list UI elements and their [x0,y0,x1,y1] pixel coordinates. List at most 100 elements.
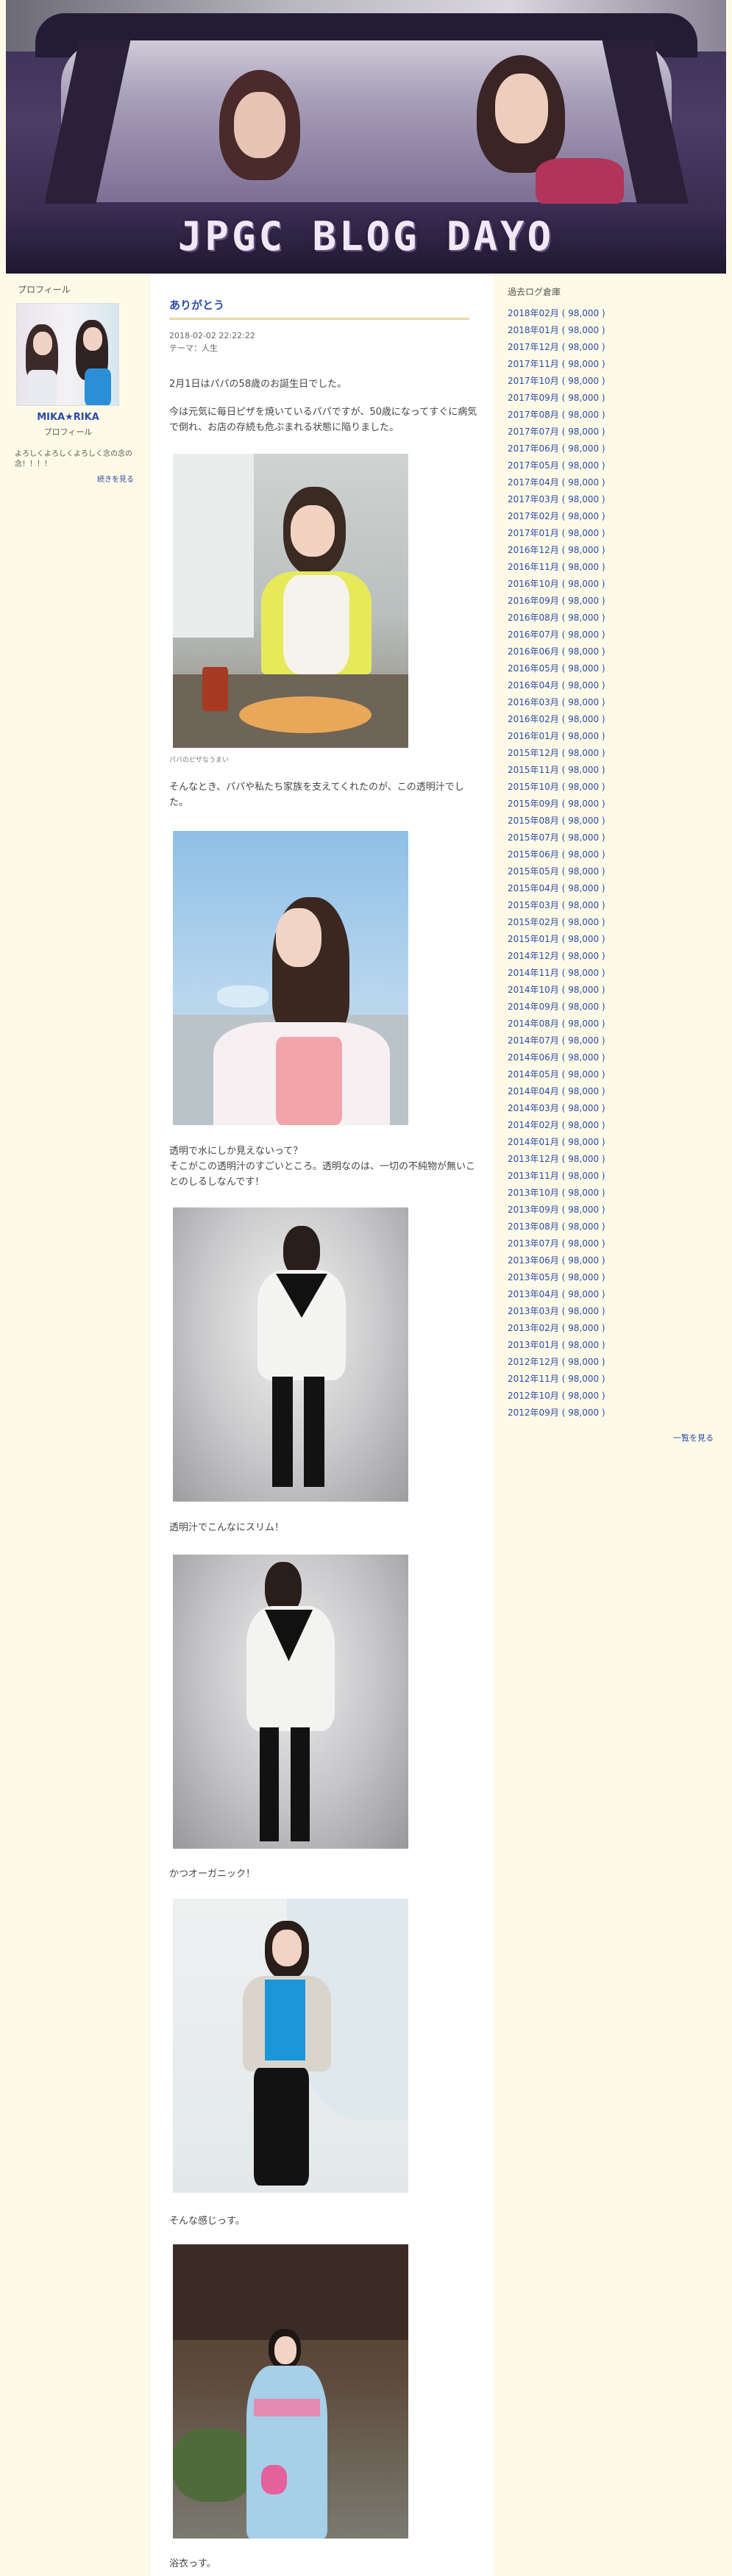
profile-name-link[interactable]: MIKA★RIKA [15,412,121,423]
archive-link[interactable]: 2015年03月 ( 98,000 ) [508,900,605,910]
archive-item[interactable]: 2014年12月 ( 98,000 ) [508,948,721,965]
archive-link[interactable]: 2014年07月 ( 98,000 ) [508,1035,605,1046]
archive-link[interactable]: 2014年04月 ( 98,000 ) [508,1086,605,1096]
archive-item[interactable]: 2017年10月 ( 98,000 ) [508,373,721,390]
archive-item[interactable]: 2016年10月 ( 98,000 ) [508,576,721,593]
archive-item[interactable]: 2017年11月 ( 98,000 ) [508,356,721,373]
archive-link[interactable]: 2013年03月 ( 98,000 ) [508,1306,605,1316]
archive-item[interactable]: 2015年05月 ( 98,000 ) [508,863,721,880]
archive-link[interactable]: 2013年04月 ( 98,000 ) [508,1289,605,1299]
archive-item[interactable]: 2012年10月 ( 98,000 ) [508,1388,721,1405]
archive-link[interactable]: 2017年04月 ( 98,000 ) [508,477,605,488]
archive-item[interactable]: 2016年04月 ( 98,000 ) [508,677,721,694]
archive-link[interactable]: 2015年04月 ( 98,000 ) [508,883,605,893]
archive-item[interactable]: 2017年02月 ( 98,000 ) [508,508,721,525]
archive-item[interactable]: 2013年06月 ( 98,000 ) [508,1252,721,1269]
archive-link[interactable]: 2012年11月 ( 98,000 ) [508,1374,605,1384]
archive-link[interactable]: 2016年09月 ( 98,000 ) [508,596,605,606]
archive-item[interactable]: 2018年01月 ( 98,000 ) [508,322,721,339]
archive-item[interactable]: 2014年08月 ( 98,000 ) [508,1016,721,1032]
archive-item[interactable]: 2017年07月 ( 98,000 ) [508,424,721,440]
archive-item[interactable]: 2015年06月 ( 98,000 ) [508,846,721,863]
archive-item[interactable]: 2016年06月 ( 98,000 ) [508,643,721,660]
archive-link[interactable]: 2014年06月 ( 98,000 ) [508,1052,605,1063]
archive-link[interactable]: 2015年08月 ( 98,000 ) [508,816,605,826]
archive-item[interactable]: 2018年02月 ( 98,000 ) [508,305,721,322]
archive-item[interactable]: 2015年08月 ( 98,000 ) [508,813,721,829]
archive-item[interactable]: 2017年05月 ( 98,000 ) [508,457,721,474]
archive-item[interactable]: 2013年03月 ( 98,000 ) [508,1303,721,1320]
archive-item[interactable]: 2013年11月 ( 98,000 ) [508,1168,721,1185]
archive-link[interactable]: 2016年08月 ( 98,000 ) [508,613,605,623]
archive-item[interactable]: 2016年01月 ( 98,000 ) [508,728,721,745]
archive-link[interactable]: 2014年01月 ( 98,000 ) [508,1137,605,1147]
archive-link[interactable]: 2017年10月 ( 98,000 ) [508,376,605,386]
archive-item[interactable]: 2015年09月 ( 98,000 ) [508,796,721,813]
archive-link[interactable]: 2015年09月 ( 98,000 ) [508,799,605,809]
archive-link[interactable]: 2014年12月 ( 98,000 ) [508,951,605,961]
archive-link[interactable]: 2017年12月 ( 98,000 ) [508,342,605,352]
archive-link[interactable]: 2015年07月 ( 98,000 ) [508,832,605,843]
photo-sweater-1[interactable] [173,1207,408,1502]
archive-item[interactable]: 2017年04月 ( 98,000 ) [508,474,721,491]
archive-link[interactable]: 2014年09月 ( 98,000 ) [508,1002,605,1012]
archive-item[interactable]: 2015年12月 ( 98,000 ) [508,745,721,762]
archive-item[interactable]: 2017年12月 ( 98,000 ) [508,339,721,356]
archive-item[interactable]: 2016年05月 ( 98,000 ) [508,660,721,677]
archive-link[interactable]: 2016年05月 ( 98,000 ) [508,663,605,674]
archive-link[interactable]: 2016年02月 ( 98,000 ) [508,714,605,724]
archive-link[interactable]: 2015年06月 ( 98,000 ) [508,849,605,860]
archive-link[interactable]: 2013年01月 ( 98,000 ) [508,1340,605,1350]
archive-item[interactable]: 2016年02月 ( 98,000 ) [508,711,721,728]
archive-link[interactable]: 2014年08月 ( 98,000 ) [508,1018,605,1029]
photo-sweater-2[interactable] [173,1555,408,1849]
archive-link[interactable]: 2014年02月 ( 98,000 ) [508,1120,605,1130]
archive-link[interactable]: 2014年11月 ( 98,000 ) [508,968,605,978]
archive-item[interactable]: 2016年03月 ( 98,000 ) [508,694,721,711]
archive-item[interactable]: 2014年07月 ( 98,000 ) [508,1032,721,1049]
archive-item[interactable]: 2016年11月 ( 98,000 ) [508,559,721,576]
archive-link[interactable]: 2015年11月 ( 98,000 ) [508,765,605,775]
archive-link[interactable]: 2014年03月 ( 98,000 ) [508,1103,605,1113]
photo-blue-top[interactable] [173,1899,408,2193]
archive-item[interactable]: 2013年04月 ( 98,000 ) [508,1286,721,1303]
archive-link[interactable]: 2013年10月 ( 98,000 ) [508,1188,605,1198]
archive-link[interactable]: 2012年12月 ( 98,000 ) [508,1357,605,1367]
archive-item[interactable]: 2013年12月 ( 98,000 ) [508,1151,721,1168]
archive-item[interactable]: 2014年04月 ( 98,000 ) [508,1083,721,1100]
archive-item[interactable]: 2016年08月 ( 98,000 ) [508,610,721,627]
archive-link[interactable]: 2015年02月 ( 98,000 ) [508,917,605,927]
archive-item[interactable]: 2017年01月 ( 98,000 ) [508,525,721,542]
archive-item[interactable]: 2015年10月 ( 98,000 ) [508,779,721,796]
archive-item[interactable]: 2013年05月 ( 98,000 ) [508,1269,721,1286]
archive-item[interactable]: 2013年07月 ( 98,000 ) [508,1235,721,1252]
archive-item[interactable]: 2015年04月 ( 98,000 ) [508,880,721,897]
archive-link[interactable]: 2013年07月 ( 98,000 ) [508,1238,605,1249]
archive-link[interactable]: 2017年03月 ( 98,000 ) [508,494,605,504]
archive-link[interactable]: 2013年02月 ( 98,000 ) [508,1323,605,1333]
archive-link[interactable]: 2013年09月 ( 98,000 ) [508,1205,605,1215]
archive-item[interactable]: 2016年12月 ( 98,000 ) [508,542,721,559]
archive-item[interactable]: 2013年10月 ( 98,000 ) [508,1185,721,1202]
archive-item[interactable]: 2015年02月 ( 98,000 ) [508,914,721,931]
archive-link[interactable]: 2018年01月 ( 98,000 ) [508,325,605,335]
article-title[interactable]: ありがとう [169,297,224,313]
archive-item[interactable]: 2014年11月 ( 98,000 ) [508,965,721,982]
archive-link[interactable]: 2016年11月 ( 98,000 ) [508,562,605,572]
archive-link[interactable]: 2018年02月 ( 98,000 ) [508,308,605,318]
archive-item[interactable]: 2015年03月 ( 98,000 ) [508,897,721,914]
archive-link[interactable]: 2016年12月 ( 98,000 ) [508,545,605,555]
archive-link[interactable]: 2015年12月 ( 98,000 ) [508,748,605,758]
archive-item[interactable]: 2014年09月 ( 98,000 ) [508,999,721,1016]
archive-link[interactable]: 2016年06月 ( 98,000 ) [508,646,605,657]
archive-link[interactable]: 2016年03月 ( 98,000 ) [508,697,605,707]
archive-link[interactable]: 2017年08月 ( 98,000 ) [508,410,605,420]
archive-item[interactable]: 2012年12月 ( 98,000 ) [508,1354,721,1371]
archive-item[interactable]: 2015年11月 ( 98,000 ) [508,762,721,779]
header-banner[interactable]: JPGC BLOG DAYO [6,0,726,274]
archive-item[interactable]: 2013年08月 ( 98,000 ) [508,1219,721,1235]
archive-link[interactable]: 2017年05月 ( 98,000 ) [508,460,605,471]
archive-link[interactable]: 2015年10月 ( 98,000 ) [508,782,605,792]
archive-link[interactable]: 2012年10月 ( 98,000 ) [508,1391,605,1401]
archive-more-link[interactable]: 一覧を見る [508,1432,714,1444]
